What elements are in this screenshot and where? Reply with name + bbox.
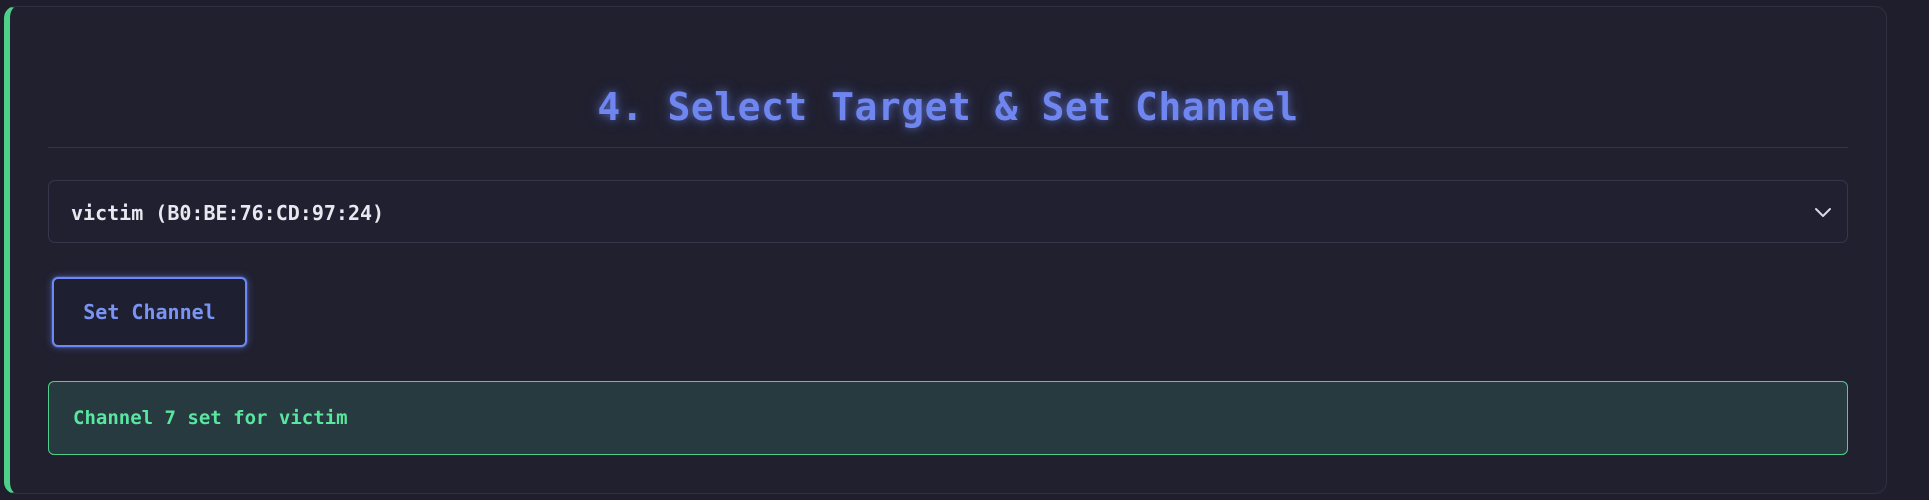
title-divider xyxy=(48,147,1848,148)
chevron-down-icon xyxy=(1813,202,1833,222)
status-message: Channel 7 set for victim xyxy=(73,407,348,429)
target-select[interactable]: victim (B0:BE:76:CD:97:24) xyxy=(48,180,1848,243)
select-target-panel: 4. Select Target & Set Channel victim (B… xyxy=(4,6,1887,494)
set-channel-button[interactable]: Set Channel xyxy=(52,277,247,347)
status-message-box: Channel 7 set for victim xyxy=(48,381,1848,455)
target-select-value: victim (B0:BE:76:CD:97:24) xyxy=(71,201,385,225)
section-title: 4. Select Target & Set Channel xyxy=(597,85,1299,129)
